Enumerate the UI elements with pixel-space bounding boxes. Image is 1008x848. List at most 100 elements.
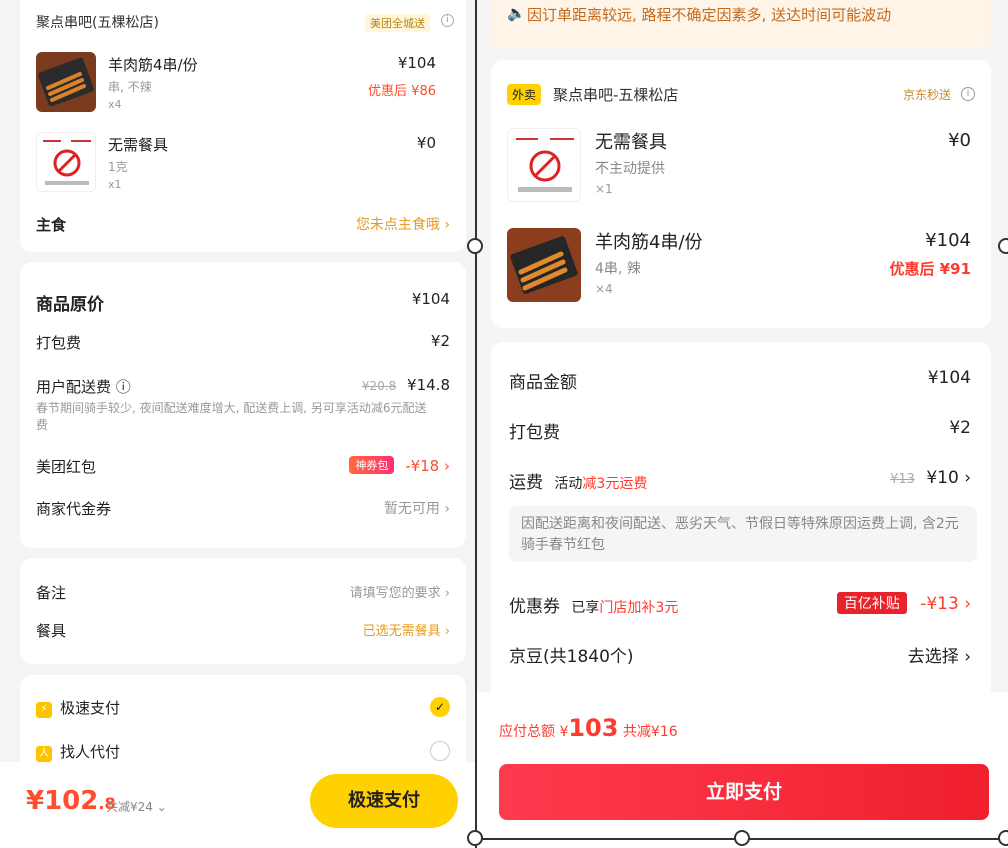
tableware-value: 已选无需餐具 › (362, 624, 450, 639)
delivery-badge: 京东秒送 (902, 88, 951, 102)
friend-pay-icon: 人 (36, 746, 52, 762)
item-name: 无需餐具 (595, 132, 667, 153)
red-packet-value: -¥18 › (405, 457, 450, 475)
payable-total: 应付总额 ¥103 共减¥16 (499, 714, 678, 742)
item-spec: 串, 不辣 (108, 80, 152, 94)
voucher-row[interactable]: 商家代金券 暂无可用 › (36, 498, 450, 520)
packing-fee-value: ¥2 (949, 418, 971, 438)
resize-handle-right[interactable] (998, 238, 1008, 254)
staple-row[interactable]: 主食 您未点主食哦 › (36, 214, 450, 236)
note-card: 备注 请填写您的要求 › 餐具 已选无需餐具 › (20, 558, 466, 664)
pay-now-button[interactable]: 立即支付 (499, 764, 989, 820)
takeout-tag: 外卖 (507, 84, 542, 105)
shipping-activity-prefix: 活动 (554, 476, 583, 492)
resize-handle-bottom-left[interactable] (467, 830, 483, 846)
resize-handle-bottom[interactable] (734, 830, 750, 846)
friend-pay-label: 找人代付 (60, 743, 121, 761)
item-spec: 不主动提供 (595, 161, 665, 177)
info-icon[interactable]: i (441, 14, 454, 27)
info-icon[interactable]: i (961, 87, 975, 101)
item-price: ¥104 (925, 230, 971, 251)
coupon-row[interactable]: 优惠券 已享门店加补3元 百亿补贴 -¥13 › (509, 592, 971, 617)
notice-text: 因订单距离较远, 路程不确定因素多, 送达时间可能波动 (527, 6, 892, 24)
packing-fee-row: 打包费 ¥2 (36, 332, 450, 354)
item-discount-price: 优惠后 ¥86 (368, 84, 436, 99)
item-spec: 4串, 辣 (595, 261, 641, 277)
red-packet-label: 美团红包 (36, 458, 97, 476)
fee-card: 商品金额 ¥104 打包费 ¥2 运费 活动减3元运费 ¥13 ¥10 › 因配… (491, 342, 991, 702)
fast-pay-button[interactable]: 极速支付 (310, 774, 458, 828)
pay-friend-option[interactable]: 人找人代付 (36, 741, 450, 763)
packing-fee-label: 打包费 (509, 423, 560, 443)
cart-item-no-tableware[interactable]: 无需餐具 不主动提供 ×1 ¥0 (507, 128, 983, 204)
resize-handle-bottom-right[interactable] (998, 830, 1008, 846)
original-price-label: 商品原价 (36, 295, 104, 315)
shipping-fee-row[interactable]: 运费 活动减3元运费 ¥13 ¥10 › (509, 468, 971, 493)
shipping-fee-label: 运费 (509, 473, 543, 493)
item-name: 羊肉筋4串/份 (595, 232, 703, 253)
item-spec: 1克 (108, 160, 128, 174)
delivery-fee-value: ¥14.8 (407, 376, 450, 394)
resize-handle-left[interactable] (467, 238, 483, 254)
voucher-value: 暂无可用 › (383, 501, 450, 517)
shop-card: 聚点串吧(五棵松店) 美团全城送 i 羊肉筋4串/份 串, 不辣 x4 ¥104… (20, 0, 466, 252)
remark-label: 备注 (36, 584, 67, 602)
fast-pay-icon: ⚡ (36, 702, 52, 718)
goods-amount-label: 商品金额 (509, 373, 577, 393)
goods-amount-value: ¥104 (927, 368, 971, 388)
delivery-notice: 🔈 因订单距离较远, 路程不确定因素多, 送达时间可能波动 (491, 0, 991, 48)
delivery-badge: 美团全城送 (365, 14, 430, 32)
fast-pay-checked-icon[interactable]: ✓ (430, 697, 450, 717)
jd-beans-value: 去选择 › (907, 647, 971, 667)
staple-label: 主食 (36, 216, 67, 234)
lamb-skewer-image (36, 52, 96, 112)
left-bottom-bar: ¥102.8 共减¥24 ⌄ 极速支付 (0, 762, 476, 848)
coupon-label: 优惠券 (509, 597, 560, 617)
comparison-divider (475, 0, 477, 848)
cart-item-no-tableware[interactable]: 无需餐具 1克 x1 ¥0 (36, 132, 456, 204)
speaker-icon: 🔈 (507, 4, 526, 22)
right-bottom-bar: 应付总额 ¥103 共减¥16 立即支付 (477, 692, 1008, 848)
pay-fast-option[interactable]: ⚡ 极速支付 (36, 697, 450, 719)
friend-pay-radio[interactable] (430, 741, 450, 761)
item-price: ¥104 (397, 54, 436, 72)
tableware-row[interactable]: 餐具 已选无需餐具 › (36, 620, 450, 642)
original-price-value: ¥104 (411, 290, 450, 308)
packing-fee-row: 打包费 ¥2 (509, 418, 971, 443)
coupon-value: -¥13 › (920, 594, 971, 614)
coupon-enjoyed-prefix: 已享 (571, 600, 600, 616)
item-qty: x1 (108, 178, 122, 191)
item-qty: x4 (108, 98, 122, 111)
item-name: 无需餐具 (108, 136, 169, 154)
fee-card: 商品原价 ¥104 打包费 ¥2 用户配送费 ⓘ ¥20.8 ¥14.8 春节期… (20, 262, 466, 548)
item-price: ¥0 (416, 134, 436, 152)
cart-item-lamb[interactable]: 羊肉筋4串/份 4串, 辣 ×4 ¥104 优惠后 ¥91 (507, 228, 983, 304)
goods-amount-row: 商品金额 ¥104 (509, 368, 971, 393)
order-total: ¥102.8 (26, 786, 116, 816)
jd-beans-row[interactable]: 京豆(共1840个) 去选择 › (509, 642, 971, 667)
no-tableware-image (36, 132, 96, 192)
packing-fee-label: 打包费 (36, 334, 82, 352)
shipping-fee-value: ¥10 › (926, 468, 971, 488)
item-qty: ×4 (595, 282, 613, 296)
saved-amount[interactable]: 共减¥24 ⌄ (106, 798, 167, 815)
shop-name: 聚点串吧-五棵松店 (553, 86, 679, 104)
packing-fee-value: ¥2 (430, 332, 450, 350)
remark-row[interactable]: 备注 请填写您的要求 › (36, 582, 450, 604)
shipping-explanation: 因配送距离和夜间配送、恶劣天气、节假日等特殊原因运费上调, 含2元骑手春节红包 (509, 506, 977, 562)
remark-placeholder: 请填写您的要求 › (349, 586, 450, 601)
fast-pay-label: 极速支付 (60, 699, 121, 717)
delivery-fee-note: 春节期间骑手较少, 夜间配送难度增大, 配送费上调, 另可享活动减6元配送费 (36, 401, 427, 432)
jd-order-panel: 🔈 因订单距离较远, 路程不确定因素多, 送达时间可能波动 外卖 聚点串吧-五棵… (477, 0, 1008, 848)
red-packet-row[interactable]: 美团红包 神券包 -¥18 › (36, 456, 450, 478)
shop-card: 外卖 聚点串吧-五棵松店 京东秒送 i 无需餐具 不主动提供 ×1 ¥0 羊肉筋… (491, 60, 991, 328)
shop-name: 聚点串吧(五棵松店) (36, 15, 159, 31)
item-qty: ×1 (595, 182, 613, 196)
lamb-skewer-image (507, 228, 581, 302)
meituan-order-panel: 聚点串吧(五棵松店) 美团全城送 i 羊肉筋4串/份 串, 不辣 x4 ¥104… (0, 0, 476, 848)
delivery-fee-label: 用户配送费 ⓘ (36, 378, 131, 396)
cart-item-lamb[interactable]: 羊肉筋4串/份 串, 不辣 x4 ¥104 优惠后 ¥86 (36, 52, 456, 124)
item-name: 羊肉筋4串/份 (108, 56, 198, 74)
coupon-enjoyed: 门店加补3元 (599, 600, 679, 616)
delivery-fee-row[interactable]: 用户配送费 ⓘ ¥20.8 ¥14.8 (36, 376, 450, 398)
